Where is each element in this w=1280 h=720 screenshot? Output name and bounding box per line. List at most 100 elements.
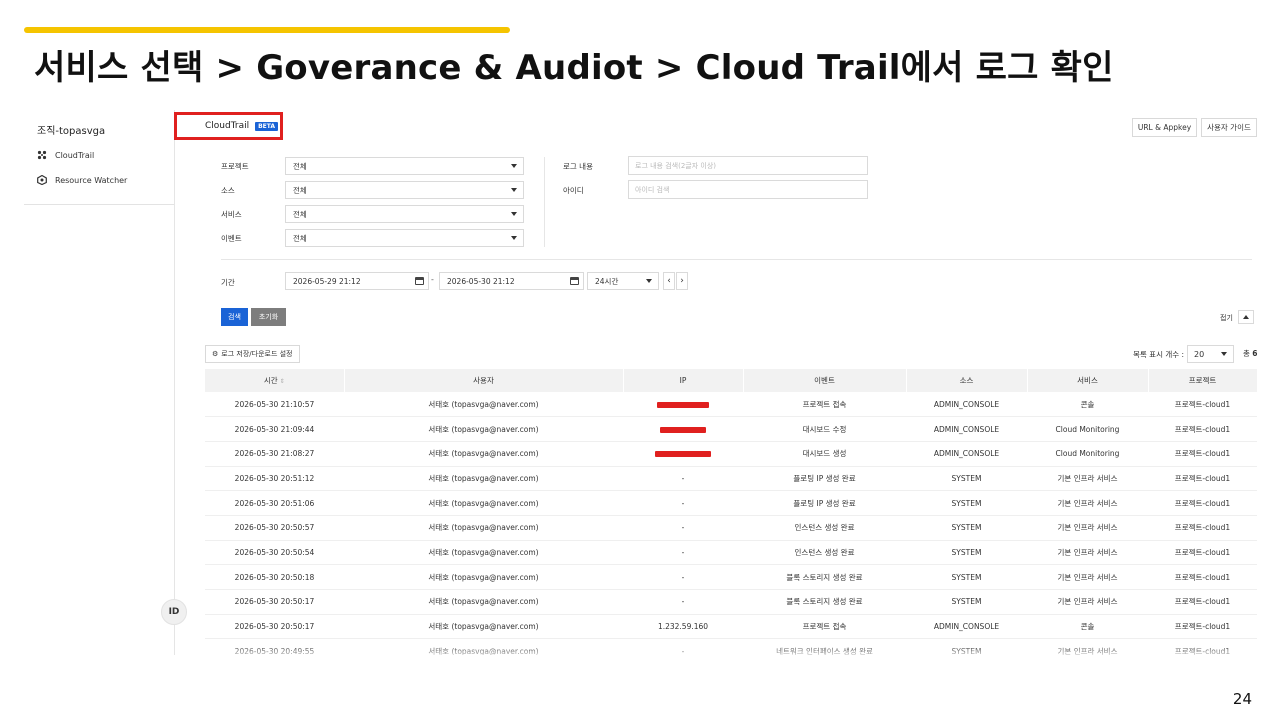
project-select[interactable]: 전체 — [285, 157, 524, 175]
cell-user: 서태호 (topasvga@naver.com) — [344, 441, 623, 467]
ip-redaction-mark — [657, 401, 709, 408]
table-row[interactable]: 2026-05-30 21:09:44 서태호 (topasvga@naver.c… — [205, 416, 1257, 442]
log-content-label: 로그 내용 — [563, 162, 593, 171]
table-row[interactable]: 2026-05-30 20:50:57 서태호 (topasvga@naver.c… — [205, 515, 1257, 541]
cell-service: Cloud Monitoring — [1027, 416, 1148, 442]
cell-ip: - — [623, 540, 743, 566]
calendar-icon[interactable] — [415, 277, 424, 285]
cell-user: 서태호 (topasvga@naver.com) — [344, 392, 623, 418]
cell-ip — [623, 392, 743, 418]
cell-user: 서태호 (topasvga@naver.com) — [344, 540, 623, 566]
column-header-time[interactable]: 시간 ⇕ — [205, 369, 345, 392]
cell-source: SYSTEM — [906, 564, 1027, 590]
cell-source: SYSTEM — [906, 589, 1027, 615]
cell-ip: 1.232.59.160 — [623, 614, 743, 640]
chevron-down-icon — [1221, 352, 1227, 356]
prev-period-button[interactable]: ‹ — [663, 272, 675, 290]
cell-event: 인스턴스 생성 완료 — [743, 515, 906, 541]
project-filter-label: 프로젝트 — [221, 162, 249, 171]
cell-source: SYSTEM — [906, 490, 1027, 516]
date-separator: - — [431, 275, 434, 284]
cloudtrail-icon — [37, 150, 47, 160]
cell-source: SYSTEM — [906, 466, 1027, 492]
source-filter-label: 소스 — [221, 186, 235, 195]
cell-time: 2026-05-30 21:08:27 — [205, 441, 344, 467]
cell-project: 프로젝트-cloud1 — [1148, 614, 1257, 640]
cell-ip — [623, 441, 743, 467]
cell-source: SYSTEM — [906, 515, 1027, 541]
sidebar-collapse-button[interactable]: ID — [161, 599, 187, 625]
table-row[interactable]: 2026-05-30 20:50:18 서태호 (topasvga@naver.c… — [205, 564, 1257, 590]
table-row[interactable]: 2026-05-30 21:08:27 서태호 (topasvga@naver.c… — [205, 441, 1257, 467]
filter-separator — [221, 259, 1252, 260]
cell-project: 프로젝트-cloud1 — [1148, 589, 1257, 615]
cell-ip: - — [623, 564, 743, 590]
calendar-icon[interactable] — [570, 277, 579, 285]
service-select[interactable]: 전체 — [285, 205, 524, 223]
cell-source: ADMIN_CONSOLE — [906, 416, 1027, 442]
cell-time: 2026-05-30 20:50:57 — [205, 515, 344, 541]
fold-label: 접기 — [1220, 314, 1233, 322]
cell-project: 프로젝트-cloud1 — [1148, 466, 1257, 492]
cell-user: 서태호 (topasvga@naver.com) — [344, 515, 623, 541]
range-select-value: 24시간 — [595, 276, 619, 286]
page-size-value: 20 — [1194, 349, 1205, 359]
sort-icon[interactable]: ⇕ — [280, 378, 285, 385]
event-select-value: 전체 — [293, 233, 307, 243]
sidebar-item-cloudtrail[interactable]: CloudTrail — [37, 150, 94, 160]
reset-button[interactable]: 초기화 — [251, 308, 286, 326]
user-id-input[interactable] — [628, 180, 868, 199]
cell-source: ADMIN_CONSOLE — [906, 441, 1027, 467]
start-date-value: 2026-05-29 21:12 — [293, 276, 361, 286]
sidebar-item-resource-watcher[interactable]: Resource Watcher — [37, 175, 127, 185]
gear-icon: ⚙ — [212, 350, 219, 358]
cell-time: 2026-05-30 21:10:57 — [205, 392, 344, 418]
cell-project: 프로젝트-cloud1 — [1148, 416, 1257, 442]
table-row[interactable]: 2026-05-30 20:50:54 서태호 (topasvga@naver.c… — [205, 540, 1257, 566]
table-row[interactable]: 2026-05-30 21:10:57 서태호 (topasvga@naver.c… — [205, 392, 1257, 418]
cell-time: 2026-05-30 20:51:12 — [205, 466, 344, 492]
search-button[interactable]: 검색 — [221, 308, 248, 326]
chevron-up-icon — [1243, 315, 1249, 319]
log-content-input[interactable] — [628, 156, 868, 175]
user-guide-button[interactable]: 사용자 가이드 — [1201, 118, 1257, 137]
start-date-input[interactable]: 2026-05-29 21:12 — [285, 272, 429, 290]
page-size-select[interactable]: 20 — [1187, 345, 1234, 363]
table-row[interactable]: 2026-05-30 20:50:17 서태호 (topasvga@naver.c… — [205, 589, 1257, 615]
end-date-input[interactable]: 2026-05-30 21:12 — [439, 272, 584, 290]
cell-user: 서태호 (topasvga@naver.com) — [344, 416, 623, 442]
url-appkey-button[interactable]: URL & Appkey — [1132, 118, 1197, 137]
source-select[interactable]: 전체 — [285, 181, 524, 199]
cell-service: 기본 인프라 서비스 — [1027, 589, 1148, 615]
event-select[interactable]: 전체 — [285, 229, 524, 247]
page-size-label: 목록 표시 개수 : — [1133, 350, 1185, 359]
range-select[interactable]: 24시간 — [587, 272, 659, 290]
cell-user: 서태호 (topasvga@naver.com) — [344, 589, 623, 615]
product-title: CloudTrail — [205, 121, 250, 131]
org-name[interactable]: 조직-topasvga — [37, 122, 105, 137]
cell-service: 콘솔 — [1027, 392, 1148, 418]
table-row[interactable]: 2026-05-30 20:51:12 서태호 (topasvga@naver.c… — [205, 466, 1257, 492]
table-row[interactable]: 2026-05-30 20:50:17 서태호 (topasvga@naver.c… — [205, 614, 1257, 640]
log-settings-button[interactable]: ⚙ 로그 저장/다운로드 설정 — [205, 345, 300, 363]
cell-ip: - — [623, 515, 743, 541]
sidebar-item-label: CloudTrail — [55, 150, 95, 160]
total-count: 총 6 — [1243, 349, 1258, 358]
fold-button[interactable] — [1238, 310, 1254, 324]
event-filter-label: 이벤트 — [221, 234, 242, 243]
table-row[interactable]: 2026-05-30 20:51:06 서태호 (topasvga@naver.c… — [205, 490, 1257, 516]
cell-event: 프로젝트 접속 — [743, 614, 906, 640]
chevron-down-icon — [511, 164, 517, 168]
cell-event: 플로팅 IP 생성 완료 — [743, 466, 906, 492]
ip-redaction-mark — [660, 426, 706, 433]
cell-service: 콘솔 — [1027, 614, 1148, 640]
beta-badge: BETA — [255, 121, 279, 131]
next-period-button[interactable]: › — [676, 272, 688, 290]
sidebar-item-label: Resource Watcher — [55, 175, 128, 185]
cell-service: 기본 인프라 서비스 — [1027, 564, 1148, 590]
cell-project: 프로젝트-cloud1 — [1148, 540, 1257, 566]
cell-time: 2026-05-30 20:51:06 — [205, 490, 344, 516]
left-nav: 조직-topasvga CloudTrail Resource Watcher — [24, 110, 175, 205]
cell-ip: - — [623, 589, 743, 615]
end-date-value: 2026-05-30 21:12 — [447, 276, 515, 286]
